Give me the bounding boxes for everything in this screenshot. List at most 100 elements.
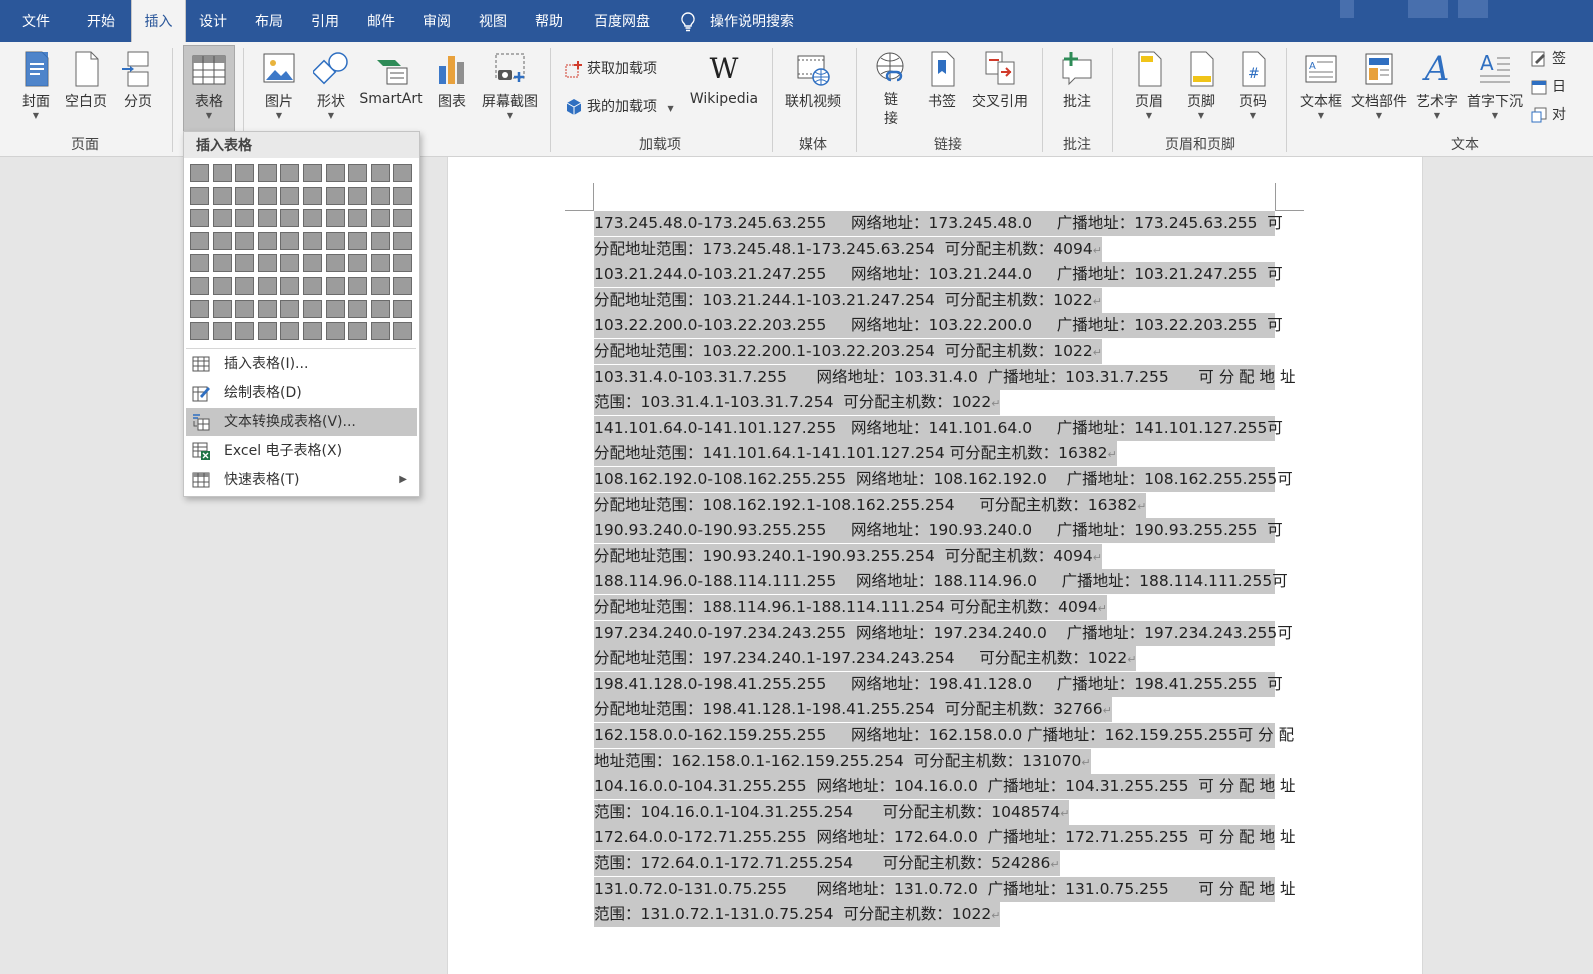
document-line[interactable]: 198.41.128.0-198.41.255.255 网络地址：198.41.… [594, 671, 1283, 697]
document-line[interactable]: 分配地址范围：198.41.128.1-198.41.255.254 可分配主机… [594, 697, 1112, 723]
table-grid-cell[interactable] [370, 164, 390, 182]
table-grid-cell[interactable] [212, 277, 232, 295]
table-grid-cell[interactable] [280, 322, 300, 341]
table-grid-cell[interactable] [212, 322, 232, 341]
document-line[interactable]: 范围：104.16.0.1-104.31.255.254 可分配主机数：1048… [594, 799, 1070, 825]
document-line[interactable]: 分配地址范围：108.162.192.1-108.162.255.254 可分配… [594, 492, 1147, 518]
menu-excel-spreadsheet[interactable]: Excel 电子表格(X) [186, 437, 417, 465]
table-grid-cell[interactable] [280, 277, 300, 295]
menu-draw-table[interactable]: 绘制表格(D) [186, 379, 417, 407]
tab-references[interactable]: 引用 [302, 0, 348, 42]
table-grid-cell[interactable] [393, 254, 413, 273]
table-grid-cell[interactable] [348, 209, 368, 228]
table-grid-cell[interactable] [235, 231, 255, 250]
table-grid-cell[interactable] [280, 254, 300, 273]
document-line[interactable]: 188.114.96.0-188.114.111.255 网络地址：188.11… [594, 569, 1288, 595]
document-line[interactable]: 分配地址范围：173.245.48.1-173.245.63.254 可分配主机… [594, 236, 1102, 262]
document-line[interactable]: 范围：131.0.72.1-131.0.75.254 可分配主机数：1022↵ [594, 902, 1001, 928]
table-grid-cell[interactable] [393, 322, 413, 341]
tell-me-search[interactable]: 操作说明搜索 [680, 0, 794, 42]
table-grid-cell[interactable] [370, 299, 390, 318]
table-grid-cell[interactable] [280, 299, 300, 318]
document-line[interactable]: 分配地址范围：190.93.240.1-190.93.255.254 可分配主机… [594, 543, 1102, 569]
tab-design[interactable]: 设计 [190, 0, 236, 42]
table-grid-cell[interactable] [280, 209, 300, 228]
table-grid-cell[interactable] [280, 231, 300, 250]
table-grid-cell[interactable] [370, 277, 390, 295]
comment-button[interactable]: 批注 [1054, 46, 1100, 130]
table-grid-cell[interactable] [393, 299, 413, 318]
table-grid-cell[interactable] [235, 299, 255, 318]
table-grid-cell[interactable] [303, 186, 322, 205]
tab-mailings[interactable]: 邮件 [358, 0, 404, 42]
table-grid-cell[interactable] [325, 209, 345, 228]
table-grid-cell[interactable] [212, 299, 232, 318]
table-grid-cell[interactable] [235, 322, 255, 341]
table-grid-cell[interactable] [190, 164, 209, 182]
document-line[interactable]: 197.234.240.0-197.234.243.255 网络地址：197.2… [594, 620, 1293, 646]
table-grid-cell[interactable] [190, 322, 209, 341]
table-grid-cell[interactable] [235, 209, 255, 228]
table-grid-cell[interactable] [257, 231, 277, 250]
document-line[interactable]: 190.93.240.0-190.93.255.255 网络地址：190.93.… [594, 518, 1283, 544]
table-grid-cell[interactable] [325, 231, 345, 250]
table-grid-cell[interactable] [235, 254, 255, 273]
table-grid-cell[interactable] [190, 231, 209, 250]
my-addins-button[interactable]: 我的加载项 ▼ [565, 96, 674, 118]
bookmark-button[interactable]: 书签 [922, 46, 962, 130]
table-grid-cell[interactable] [393, 209, 413, 228]
table-grid-cell[interactable] [257, 209, 277, 228]
page-break-button[interactable]: 分页 [118, 46, 158, 130]
document-line[interactable]: 108.162.192.0-108.162.255.255 网络地址：108.1… [594, 467, 1293, 492]
table-grid-cell[interactable] [303, 209, 322, 228]
footer-button[interactable]: 页脚 ▼ [1178, 46, 1224, 130]
table-grid-cell[interactable] [190, 277, 209, 295]
table-grid-cell[interactable] [348, 186, 368, 205]
table-grid-cell[interactable] [303, 164, 322, 182]
table-grid-cell[interactable] [257, 186, 277, 205]
document-line[interactable]: 103.21.244.0-103.21.247.255 网络地址：103.21.… [594, 262, 1283, 288]
text-box-button[interactable]: A 文本框 ▼ [1296, 46, 1346, 130]
table-grid-cell[interactable] [190, 186, 209, 205]
table-grid-cell[interactable] [348, 299, 368, 318]
smartart-button[interactable]: SmartArt [358, 46, 424, 130]
date-time-button[interactable]: 日 [1530, 76, 1566, 98]
table-grid-cell[interactable] [393, 231, 413, 250]
table-grid-cell[interactable] [257, 299, 277, 318]
table-grid-cell[interactable] [212, 186, 232, 205]
table-grid-cell[interactable] [325, 186, 345, 205]
table-grid-cell[interactable] [257, 164, 277, 182]
object-button[interactable]: 对 [1530, 104, 1566, 126]
document-line[interactable]: 104.16.0.0-104.31.255.255 网络地址：104.16.0.… [594, 774, 1296, 800]
table-grid-cell[interactable] [325, 299, 345, 318]
document-line[interactable]: 范围：103.31.4.1-103.31.7.254 可分配主机数：1022↵ [594, 390, 1001, 416]
menu-insert-table[interactable]: 插入表格(I)... [186, 350, 417, 378]
table-grid-cell[interactable] [280, 186, 300, 205]
table-grid-cell[interactable] [348, 254, 368, 273]
table-grid-cell[interactable] [348, 164, 368, 182]
table-grid-cell[interactable] [257, 277, 277, 295]
table-grid-cell[interactable] [325, 254, 345, 273]
menu-quick-tables[interactable]: 快速表格(T) ▶ [186, 466, 417, 494]
document-line[interactable]: 131.0.72.0-131.0.75.255 网络地址：131.0.72.0 … [594, 876, 1295, 902]
table-grid-cell[interactable] [393, 186, 413, 205]
tab-layout[interactable]: 布局 [246, 0, 292, 42]
shapes-button[interactable]: 形状 ▼ [308, 46, 354, 130]
table-button[interactable]: 表格 ▼ [183, 45, 235, 133]
table-grid-cell[interactable] [212, 209, 232, 228]
table-grid-cell[interactable] [325, 322, 345, 341]
table-grid-cell[interactable] [212, 164, 232, 182]
page-number-button[interactable]: # 页码 ▼ [1230, 46, 1276, 130]
tab-file[interactable]: 文件 [12, 0, 60, 42]
table-grid-cell[interactable] [348, 277, 368, 295]
document-line[interactable]: 分配地址范围：197.234.240.1-197.234.243.254 可分配… [594, 646, 1137, 672]
table-grid-cell[interactable] [370, 254, 390, 273]
table-grid-cell[interactable] [370, 322, 390, 341]
table-grid-cell[interactable] [303, 299, 322, 318]
document-line[interactable]: 分配地址范围：103.22.200.1-103.22.203.254 可分配主机… [594, 339, 1102, 364]
blank-page-button[interactable]: 空白页 [62, 46, 110, 130]
drop-cap-button[interactable]: A 首字下沉 ▼ [1464, 46, 1526, 130]
wikipedia-button[interactable]: W Wikipedia [686, 46, 762, 130]
table-grid-cell[interactable] [370, 186, 390, 205]
document-line[interactable]: 172.64.0.0-172.71.255.255 网络地址：172.64.0.… [594, 825, 1296, 851]
